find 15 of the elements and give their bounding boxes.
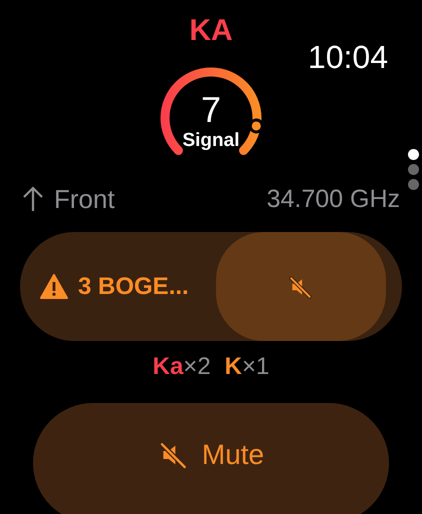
direction-label: Front — [54, 184, 115, 214]
alert-slider[interactable]: 3 BOGE... — [20, 232, 402, 341]
mute-toggle[interactable] — [216, 232, 386, 341]
band-count: Ka×2 — [152, 353, 211, 381]
clock-time: 10:04 — [308, 38, 388, 76]
frequency-reading: 34.700 GHz — [266, 184, 400, 214]
band-count: K×1 — [224, 353, 270, 381]
alert-label: 3 BOGE... — [78, 272, 189, 300]
up-arrow-icon — [22, 186, 44, 212]
signal-value: 7 — [200, 92, 222, 128]
warning-icon — [40, 274, 68, 299]
mute-icon — [288, 274, 314, 300]
mute-button[interactable]: Mute — [33, 403, 389, 514]
signal-label: Signal — [182, 130, 240, 152]
band-title: KA — [189, 14, 233, 48]
